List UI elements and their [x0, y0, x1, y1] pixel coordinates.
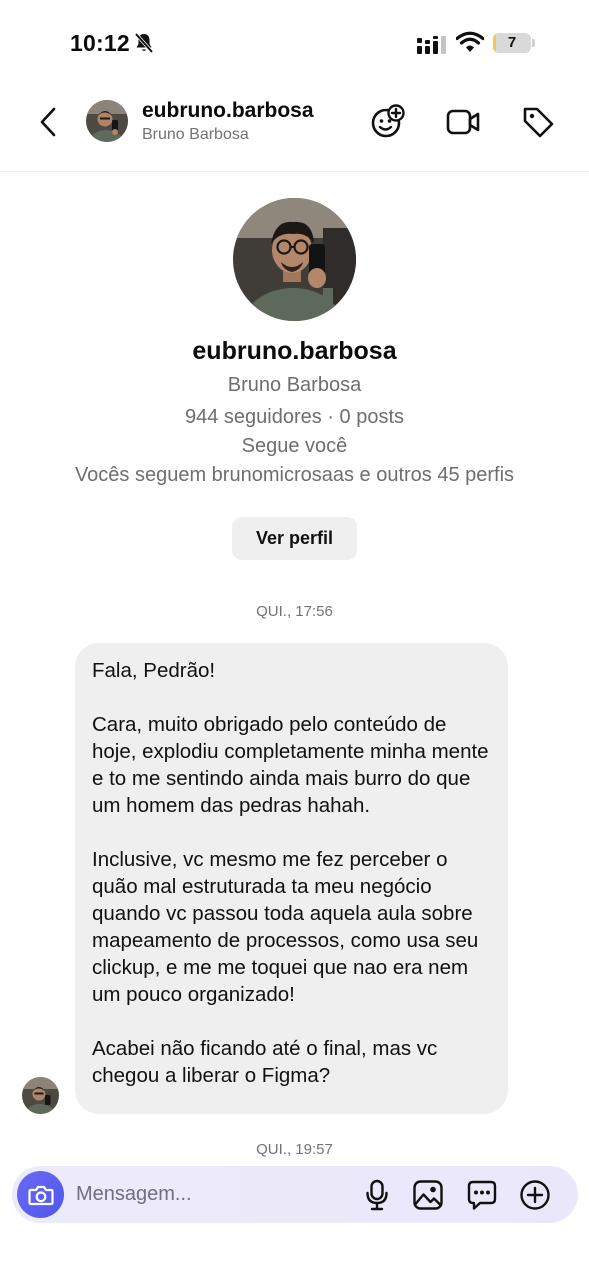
camera-button[interactable]: [17, 1171, 64, 1218]
message-input[interactable]: [76, 1178, 346, 1211]
gallery-button[interactable]: [410, 1177, 446, 1213]
battery-icon: 7: [493, 33, 535, 53]
chat-header: eubruno.barbosa Bruno Barbosa: [0, 80, 589, 172]
message-composer: [12, 1166, 578, 1223]
view-profile-button[interactable]: Ver perfil: [232, 517, 357, 560]
status-bar: 10:12 7: [0, 0, 589, 80]
profile-avatar[interactable]: [233, 198, 356, 321]
header-avatar[interactable]: [86, 100, 128, 142]
header-username[interactable]: eubruno.barbosa: [142, 99, 314, 123]
back-arrow-icon: [40, 107, 56, 137]
gallery-icon: [413, 1180, 443, 1210]
video-call-button[interactable]: [443, 102, 483, 142]
profile-username: eubruno.barbosa: [192, 337, 397, 365]
profile-stats: 944 seguidores · 0 posts: [184, 406, 405, 428]
follows-you-label: Segue você: [241, 435, 348, 457]
message-timestamp: QUI., 17:56: [256, 603, 333, 620]
back-button[interactable]: [32, 102, 64, 142]
profile-fullname: Bruno Barbosa: [227, 374, 362, 396]
sender-avatar[interactable]: [22, 1077, 59, 1114]
more-options-button[interactable]: [517, 1177, 553, 1213]
cellular-signal-icon: [417, 36, 446, 54]
message-paragraph: Fala, Pedrão!: [92, 659, 216, 682]
message-paragraph: Acabei não ficando até o final, mas vc c…: [92, 1037, 438, 1087]
bell-muted-icon: [134, 32, 154, 54]
battery-level: 7: [507, 34, 517, 51]
wifi-icon: [456, 31, 484, 52]
effects-button[interactable]: [368, 102, 408, 142]
message-paragraph: Cara, muito obrigado pelo conteúdo de ho…: [92, 713, 489, 817]
tag-icon: [523, 107, 554, 138]
message-bubble[interactable]: Fala, Pedrão! Cara, muito obrigado pelo …: [75, 643, 508, 1114]
voice-message-button[interactable]: [359, 1177, 395, 1213]
effects-icon: [371, 104, 405, 138]
mutual-followers: Vocês seguem brunomicrosaas e outros 45 …: [74, 464, 515, 486]
message-timestamp: QUI., 19:57: [256, 1141, 333, 1158]
sticker-button[interactable]: [464, 1177, 500, 1213]
camera-icon: [27, 1185, 54, 1205]
video-call-icon: [446, 109, 480, 135]
status-time: 10:12: [70, 30, 130, 56]
sticker-icon: [467, 1180, 497, 1210]
microphone-icon: [366, 1179, 388, 1211]
message-paragraph: Inclusive, vc mesmo me fez perceber o qu…: [92, 848, 479, 1006]
header-fullname: Bruno Barbosa: [142, 126, 249, 143]
plus-icon: [520, 1180, 550, 1210]
tag-button[interactable]: [518, 102, 558, 142]
